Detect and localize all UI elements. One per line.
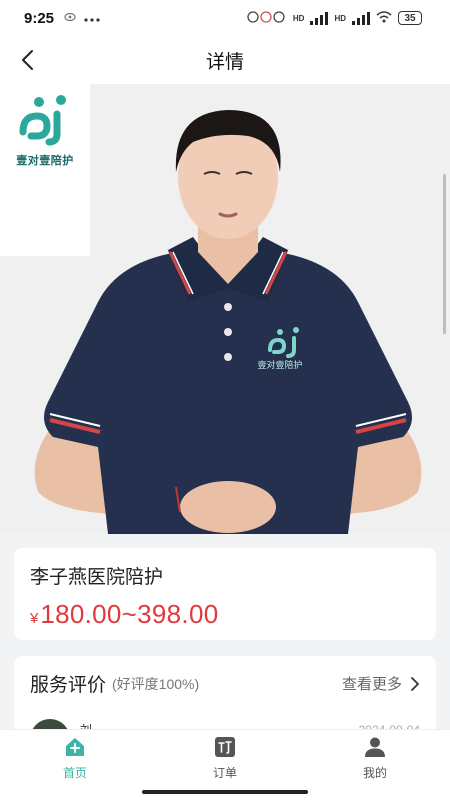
status-left-icons <box>64 11 100 25</box>
shirt-logo-text: 壹对壹陪护 <box>257 359 302 371</box>
status-time: 9:25 <box>24 9 55 27</box>
tab-home-label: 首页 <box>62 766 87 780</box>
wifi-icon <box>376 10 392 26</box>
hd-tag-2: HD <box>334 13 346 23</box>
tab-bar: 首页 订单 我的 <box>0 729 450 800</box>
reviews-rating: (好评度100%) <box>112 675 200 692</box>
see-more-button[interactable]: 查看更多 <box>342 673 420 694</box>
chevron-left-icon <box>22 50 33 70</box>
status-right-icons: HD HD 35 <box>247 10 422 27</box>
price-range: 180.00~398.00 <box>40 599 219 629</box>
chevron-right-icon <box>411 676 419 691</box>
caregiver-portrait: 壹对壹陪护 <box>34 110 422 534</box>
price-row: ¥ 180.00~398.00 <box>30 599 420 630</box>
see-more-label: 查看更多 <box>341 676 402 693</box>
price-currency: ¥ <box>30 610 39 627</box>
caregiver-photo: 壹对壹陪护 壹对壹陪护 <box>0 84 450 534</box>
more-dots-icon <box>84 11 100 25</box>
notification-icons <box>247 10 287 27</box>
status-bar: 9:25 HD HD 35 <box>0 0 450 36</box>
reviews-title: 服务评价 <box>30 675 107 696</box>
signal-bars-1-icon <box>310 11 329 25</box>
order-icon <box>215 737 235 757</box>
app-notification-icon <box>64 11 76 25</box>
hd-tag-1: HD <box>292 13 305 23</box>
tab-orders-label: 订单 <box>212 766 237 780</box>
product-name: 李子燕医院陪护 <box>30 567 164 588</box>
scroll-indicator <box>443 174 446 334</box>
home-icon <box>66 738 84 756</box>
battery-icon: 35 <box>398 11 422 25</box>
profile-icon <box>365 737 385 757</box>
home-indicator <box>142 790 308 794</box>
page-title: 详情 <box>205 51 244 73</box>
tab-profile-label: 我的 <box>362 766 387 780</box>
nav-bar: 详情 <box>0 36 450 84</box>
reviews-header: 服务评价 (好评度100%) 查看更多 <box>30 670 420 697</box>
product-card: 李子燕医院陪护 ¥ 180.00~398.00 <box>14 548 436 640</box>
tab-profile[interactable]: 我的 <box>300 730 450 800</box>
back-button[interactable] <box>12 44 44 76</box>
tab-home[interactable]: 首页 <box>0 730 150 800</box>
signal-bars-2-icon <box>352 11 370 25</box>
